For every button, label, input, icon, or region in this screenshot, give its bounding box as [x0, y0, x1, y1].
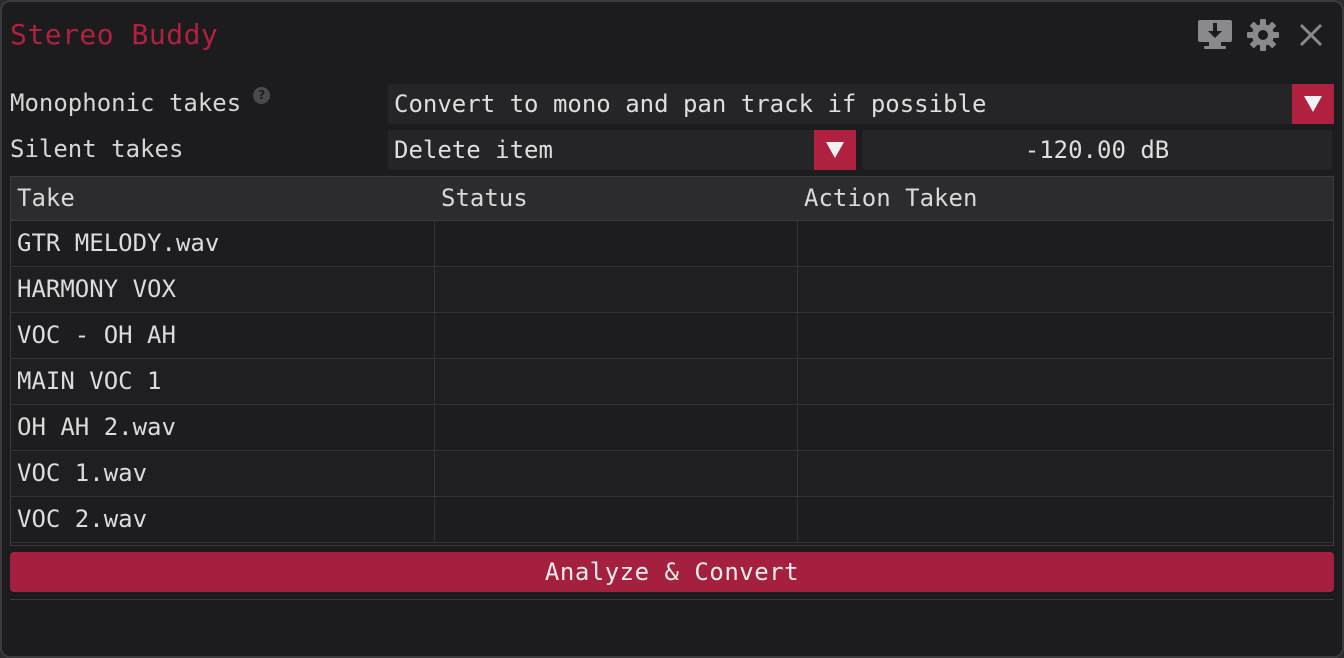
- action-cell: [798, 267, 1333, 312]
- table-row[interactable]: HARMONY VOX: [11, 267, 1333, 313]
- analyze-convert-button[interactable]: Analyze & Convert: [10, 552, 1334, 592]
- status-cell: [435, 221, 798, 266]
- monophonic-takes-value: Convert to mono and pan track if possibl…: [394, 90, 987, 118]
- monophonic-dropdown-arrow[interactable]: [1292, 84, 1334, 124]
- action-cell: [798, 313, 1333, 358]
- take-cell: VOC - OH AH: [11, 313, 435, 358]
- status-cell: [435, 267, 798, 312]
- table-header: Take Status Action Taken: [11, 177, 1333, 221]
- column-header-action-taken[interactable]: Action Taken: [798, 177, 1333, 220]
- import-monitor-icon[interactable]: [1196, 16, 1234, 54]
- close-icon[interactable]: [1292, 16, 1330, 54]
- take-cell: VOC 2.wav: [11, 497, 435, 542]
- action-cell: [798, 221, 1333, 266]
- stereo-buddy-window: Stereo Buddy Monophonic takes ? Convert …: [0, 0, 1344, 658]
- table-row[interactable]: VOC 2.wav: [11, 497, 1333, 543]
- help-icon[interactable]: ?: [253, 87, 271, 104]
- silent-takes-select[interactable]: Delete item: [388, 130, 856, 170]
- take-cell: HARMONY VOX: [11, 267, 435, 312]
- status-cell: [435, 359, 798, 404]
- take-cell: MAIN VOC 1: [11, 359, 435, 404]
- chevron-down-icon: [1304, 96, 1322, 112]
- column-header-status[interactable]: Status: [435, 177, 798, 220]
- table-row[interactable]: MAIN VOC 1: [11, 359, 1333, 405]
- table-row[interactable]: VOC - OH AH: [11, 313, 1333, 359]
- table-body: GTR MELODY.wav HARMONY VOX VOC - OH AH M…: [11, 221, 1333, 543]
- status-cell: [435, 405, 798, 450]
- take-cell: GTR MELODY.wav: [11, 221, 435, 266]
- table-row[interactable]: OH AH 2.wav: [11, 405, 1333, 451]
- table-row[interactable]: GTR MELODY.wav: [11, 221, 1333, 267]
- gear-icon[interactable]: [1244, 16, 1282, 54]
- silent-dropdown-arrow[interactable]: [814, 130, 856, 170]
- silent-takes-label: Silent takes: [10, 135, 184, 163]
- silence-threshold-input[interactable]: -120.00 dB: [862, 130, 1332, 170]
- column-header-take[interactable]: Take: [11, 177, 435, 220]
- takes-table: Take Status Action Taken GTR MELODY.wav …: [10, 176, 1334, 546]
- window-title: Stereo Buddy: [10, 18, 219, 51]
- action-cell: [798, 359, 1333, 404]
- status-cell: [435, 313, 798, 358]
- chevron-down-icon: [826, 142, 844, 158]
- action-cell: [798, 451, 1333, 496]
- action-cell: [798, 497, 1333, 542]
- status-cell: [435, 451, 798, 496]
- table-row[interactable]: VOC 1.wav: [11, 451, 1333, 497]
- take-cell: OH AH 2.wav: [11, 405, 435, 450]
- take-cell: VOC 1.wav: [11, 451, 435, 496]
- action-cell: [798, 405, 1333, 450]
- status-cell: [435, 497, 798, 542]
- silent-takes-value: Delete item: [394, 136, 553, 164]
- monophonic-takes-label: Monophonic takes: [10, 89, 242, 117]
- monophonic-takes-row-label: Monophonic takes?: [10, 87, 271, 119]
- title-bar-icons: [1196, 16, 1330, 54]
- monophonic-takes-select[interactable]: Convert to mono and pan track if possibl…: [388, 84, 1334, 124]
- divider: [10, 599, 1334, 600]
